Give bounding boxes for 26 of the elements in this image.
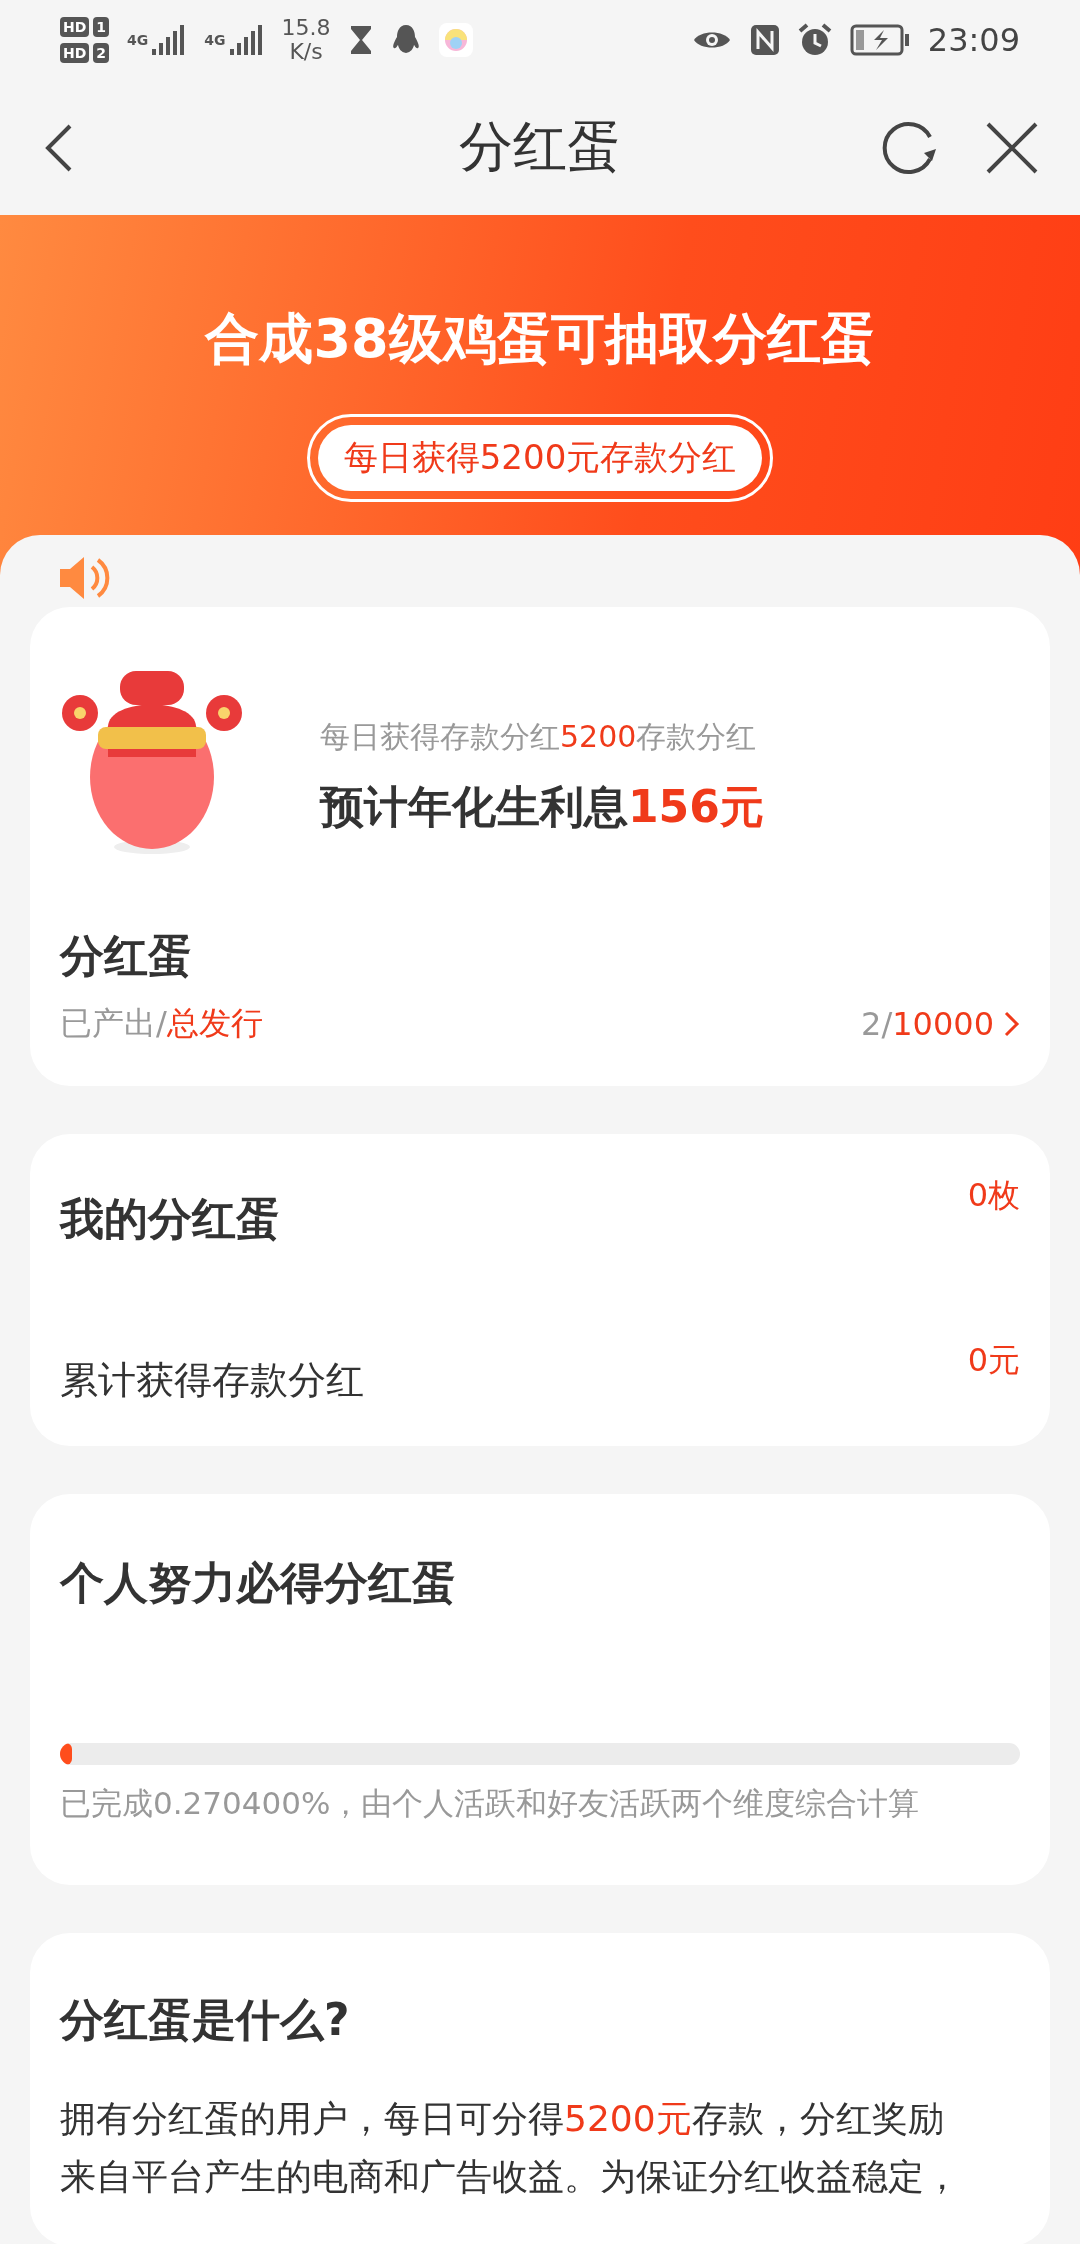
paragraph-line: 来自平台产生的电商和广告收益。为保证分红收益稳定， (60, 2155, 961, 2199)
net-speed-unit: K/s (289, 40, 323, 64)
interest-estimate: 预计年化生利息156元 (320, 780, 764, 834)
row-value: 0枚 (967, 1175, 1020, 1216)
row-label: 我的分红蛋 (60, 1192, 280, 1246)
page-title: 分红蛋 (459, 114, 621, 180)
stats-value: 2/10000 (861, 1005, 994, 1043)
card-title: 个人努力必得分红蛋 (60, 1556, 457, 1610)
row-label: 累计获得存款分红 (60, 1357, 364, 1404)
hd-badge: HD (60, 17, 90, 37)
sim-badge: 1 (93, 17, 110, 37)
card-title: 分红蛋是什么? (60, 1993, 351, 2047)
reward-pill-label: 每日获得5200元存款分红 (317, 425, 763, 491)
section-title: 分红蛋 (60, 929, 193, 983)
paragraph-line: 拥有分红蛋的用户，每日可分得5200元存款，分红奖励 (60, 2097, 945, 2141)
network-label: 4G (127, 32, 149, 48)
progress-note: 已完成0.270400%，由个人活跃和好友活跃两个维度综合计算 (60, 1784, 921, 1823)
stats-label: 已产出/总发行 (60, 1003, 263, 1044)
network-label: 4G (204, 32, 226, 48)
hd-badge: HD (60, 43, 90, 63)
dividend-subtitle: 每日获得存款分红5200存款分红 (320, 718, 758, 756)
sim-badge: 2 (93, 43, 110, 63)
row-value: 0元 (967, 1340, 1020, 1381)
net-speed-value: 15.8 (281, 16, 331, 40)
banner-headline: 合成38级鸡蛋可抽取分红蛋 (205, 306, 875, 372)
clock-time: 23:09 (927, 21, 1020, 59)
